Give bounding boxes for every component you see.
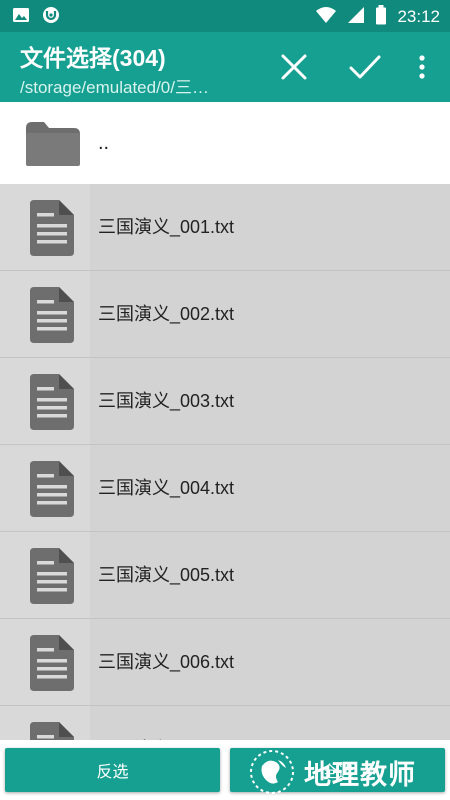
file-row[interactable]: 三国演义_007.txt (0, 706, 450, 740)
close-icon (281, 54, 307, 80)
list-item-label: .. (98, 132, 110, 154)
file-name: 三国演义_005.txt (98, 565, 235, 585)
close-button[interactable] (272, 45, 316, 89)
svg-text:x: x (330, 15, 335, 24)
page-title: 文件选择(304) (20, 45, 166, 71)
file-row[interactable]: 三国演义_002.txt (0, 271, 450, 358)
file-name: 三国演义_006.txt (98, 652, 235, 672)
text-file-icon (26, 548, 76, 608)
image-notification-icon (12, 6, 30, 28)
more-vert-icon (419, 55, 425, 79)
icon-container (0, 445, 90, 531)
confirm-button[interactable] (343, 45, 387, 89)
text-file-icon (26, 374, 76, 434)
text-file-icon (26, 635, 76, 695)
file-list: .. 三国演义_001.txt 三国演义_002.txt 三国演义_003.tx… (0, 102, 450, 740)
icon-container (0, 271, 90, 357)
text-file-icon (26, 461, 76, 521)
file-name: 三国演义_007.txt (98, 706, 234, 740)
file-row[interactable]: 三国演义_004.txt (0, 445, 450, 532)
invert-selection-button[interactable]: 反选 (5, 748, 220, 792)
globe-logo-icon (250, 750, 294, 794)
icon-container (0, 102, 90, 184)
folder-icon (24, 120, 82, 172)
file-row[interactable]: 三国演义_005.txt (0, 532, 450, 619)
text-file-icon (26, 287, 76, 347)
wifi-icon: x (315, 6, 337, 28)
text-file-icon (26, 200, 76, 260)
current-path: /storage/emulated/0/三… (20, 78, 209, 97)
file-row[interactable]: 三国演义_001.txt (0, 184, 450, 271)
battery-icon (375, 5, 387, 29)
file-name: 三国演义_002.txt (98, 304, 235, 324)
file-name: 三国演义_004.txt (98, 478, 235, 498)
file-name: 三国演义_001.txt (98, 217, 235, 237)
parent-directory-row[interactable]: .. (0, 102, 450, 184)
watermark-text: 地理教师 (304, 759, 416, 790)
status-bar: x 23:12 (0, 0, 450, 32)
icon-container (0, 619, 90, 705)
icon-container (0, 358, 90, 444)
app-notification-icon (42, 6, 60, 28)
more-options-button[interactable] (400, 45, 444, 89)
icon-container (0, 184, 90, 270)
icon-container (0, 532, 90, 618)
clock: 23:12 (397, 7, 440, 26)
file-row[interactable]: 三国演义_003.txt (0, 358, 450, 445)
cellular-signal-icon (347, 6, 365, 28)
file-row[interactable]: 三国演义_006.txt (0, 619, 450, 706)
icon-container (0, 706, 90, 740)
check-icon (349, 55, 381, 79)
text-file-icon (26, 722, 76, 740)
app-bar: 文件选择(304) /storage/emulated/0/三… (0, 32, 450, 102)
watermark: 地理教师 (248, 748, 416, 796)
file-name: 三国演义_003.txt (98, 391, 235, 411)
